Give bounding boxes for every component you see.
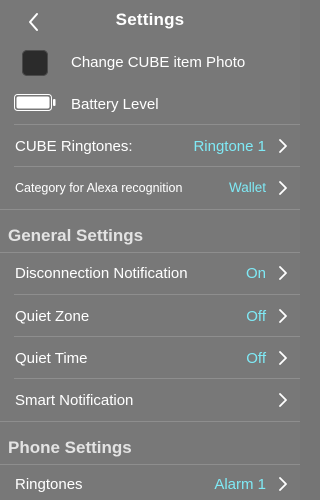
battery-level-label: Battery Level	[71, 96, 159, 113]
chevron-right-icon	[278, 309, 288, 323]
smart-notification-label: Smart Notification	[15, 392, 134, 409]
ringtones-value: Alarm 1	[214, 476, 266, 493]
chevron-right-icon	[278, 181, 288, 195]
cube-photo-thumbnail	[22, 50, 48, 76]
divider	[0, 209, 300, 210]
quiet-zone-label: Quiet Zone	[15, 308, 90, 325]
settings-screen: Settings Change CUBE item Photo Battery …	[0, 0, 300, 500]
change-photo-label: Change CUBE item Photo	[71, 54, 246, 71]
phone-settings-header: Phone Settings	[8, 438, 132, 457]
quiet-time-label: Quiet Time	[15, 350, 88, 367]
chevron-right-icon	[278, 266, 288, 280]
quiet-zone-value: Off	[246, 308, 266, 325]
alexa-category-label: Category for Alexa recognition	[15, 181, 183, 195]
cube-ringtones-label: CUBE Ringtones:	[15, 138, 133, 155]
ringtones-label: Ringtones	[15, 476, 83, 493]
disconnection-notification-label: Disconnection Notification	[15, 265, 188, 282]
chevron-right-icon	[278, 351, 288, 365]
nav-header: Settings	[0, 0, 300, 42]
divider	[0, 421, 300, 422]
alexa-category-value: Wallet	[228, 180, 266, 195]
chevron-right-icon	[278, 393, 288, 407]
quiet-time-value: Off	[246, 350, 266, 367]
general-settings-header: General Settings	[8, 226, 144, 245]
chevron-right-icon	[278, 139, 288, 153]
disconnection-notification-value: On	[245, 265, 266, 282]
chevron-right-icon	[278, 477, 288, 491]
page-title: Settings	[115, 10, 185, 29]
battery-full-icon	[14, 94, 56, 111]
cube-ringtones-value: Ringtone 1	[193, 138, 266, 155]
